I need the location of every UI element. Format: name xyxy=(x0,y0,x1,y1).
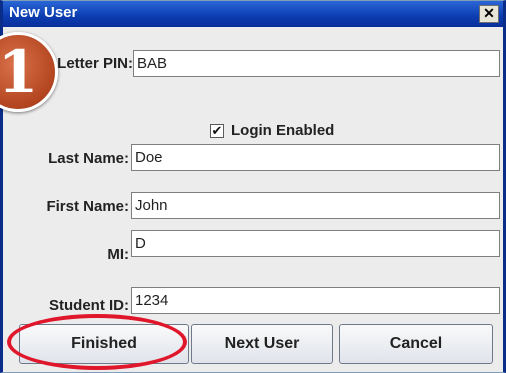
finished-button[interactable]: Finished xyxy=(19,324,189,364)
new-user-dialog: New User ✕ Letter PIN: ✔ Login Enabled L… xyxy=(0,0,506,373)
mi-input[interactable] xyxy=(131,230,500,257)
close-icon: ✕ xyxy=(483,5,495,21)
login-enabled-label[interactable]: Login Enabled xyxy=(231,122,334,139)
last-name-input[interactable] xyxy=(131,144,500,171)
letter-pin-input[interactable] xyxy=(133,50,500,77)
first-name-input[interactable] xyxy=(131,192,500,219)
dialog-body: Letter PIN: ✔ Login Enabled Last Name: F… xyxy=(3,27,503,372)
title-bar[interactable]: New User ✕ xyxy=(3,1,503,27)
first-name-label: First Name: xyxy=(46,198,129,215)
next-user-button[interactable]: Next User xyxy=(191,324,333,364)
student-id-input[interactable] xyxy=(131,287,500,314)
last-name-label: Last Name: xyxy=(48,150,129,167)
check-icon: ✔ xyxy=(211,123,223,138)
student-id-label: Student ID: xyxy=(49,297,129,314)
mi-label: MI: xyxy=(107,246,129,263)
login-enabled-checkbox[interactable]: ✔ xyxy=(210,124,224,138)
cancel-button[interactable]: Cancel xyxy=(339,324,493,364)
window-title: New User xyxy=(9,4,78,21)
close-button[interactable]: ✕ xyxy=(479,5,499,23)
